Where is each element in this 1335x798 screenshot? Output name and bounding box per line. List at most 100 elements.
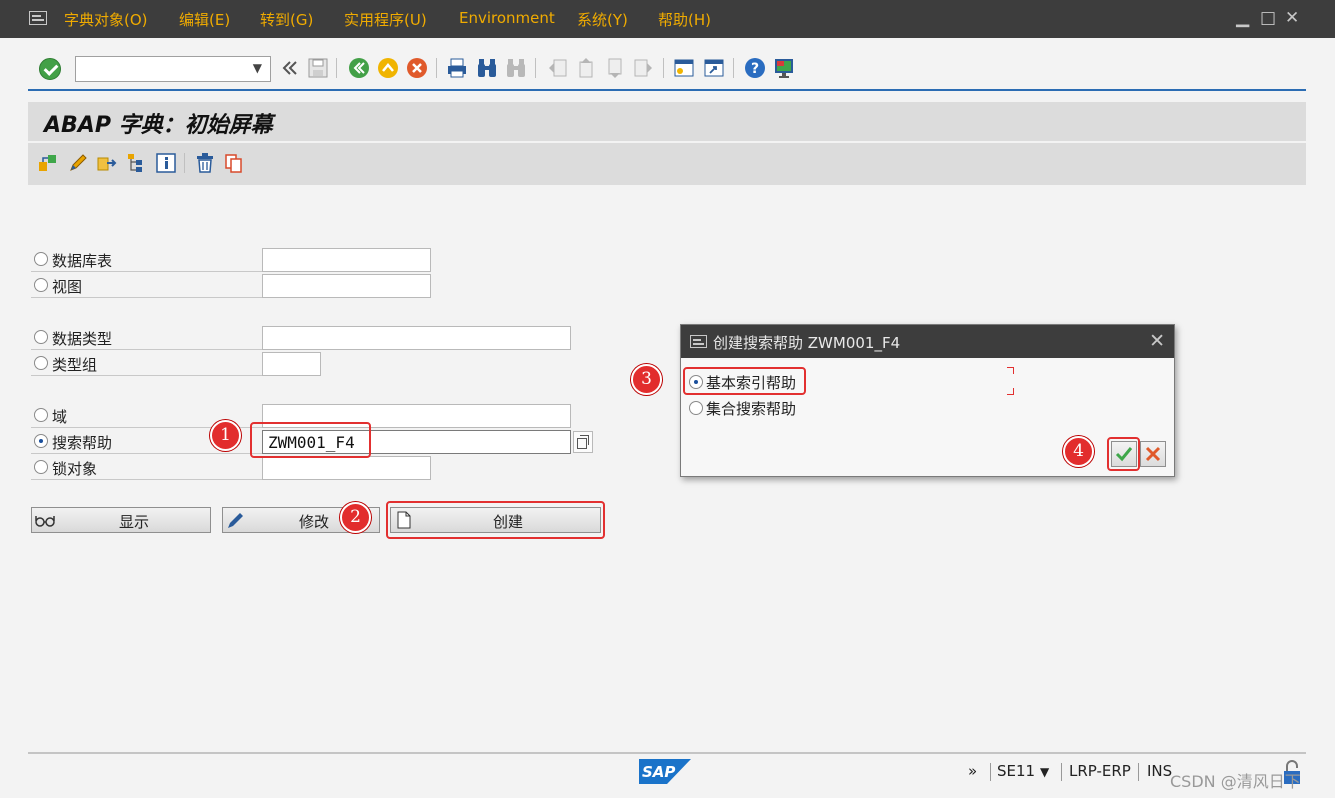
expand-status-icon[interactable]: » bbox=[968, 762, 977, 780]
database-table-input[interactable] bbox=[262, 248, 431, 272]
option-label: 类型组 bbox=[52, 356, 98, 374]
delete-icon[interactable] bbox=[194, 152, 216, 174]
other-object-icon[interactable] bbox=[37, 152, 59, 174]
menu-environment[interactable]: Environment bbox=[459, 9, 555, 27]
system-name: LRP-ERP bbox=[1069, 762, 1131, 780]
option-label: 数据库表 bbox=[52, 252, 113, 270]
copy-icon[interactable] bbox=[223, 152, 245, 174]
previous-page-icon[interactable] bbox=[575, 57, 597, 79]
where-used-icon[interactable] bbox=[126, 152, 148, 174]
radio-domain[interactable] bbox=[34, 408, 48, 422]
close-icon[interactable]: ✕ bbox=[1285, 8, 1299, 28]
find-next-icon[interactable] bbox=[505, 57, 527, 79]
radio-view[interactable] bbox=[34, 278, 48, 292]
new-session-icon[interactable] bbox=[673, 57, 695, 79]
edit-pencil-icon[interactable] bbox=[67, 152, 89, 174]
toolbar-separator bbox=[663, 58, 664, 78]
view-input[interactable] bbox=[262, 274, 431, 298]
step-badge-3: 3 bbox=[631, 364, 662, 395]
option-data-type[interactable]: 数据类型 bbox=[31, 326, 263, 350]
option-lock-object[interactable]: 锁对象 bbox=[31, 456, 263, 480]
radio-data-type[interactable] bbox=[34, 330, 48, 344]
dialog-close-icon[interactable]: ✕ bbox=[1149, 330, 1165, 352]
sap-menu-icon[interactable] bbox=[29, 11, 47, 25]
save-icon[interactable] bbox=[307, 57, 329, 79]
application-toolbar bbox=[28, 143, 1306, 185]
dialog-menu-icon[interactable] bbox=[690, 335, 707, 348]
menu-utilities[interactable]: 实用程序(U) bbox=[344, 9, 427, 30]
type-group-input[interactable] bbox=[262, 352, 321, 376]
print-icon[interactable] bbox=[446, 57, 468, 79]
svg-text:?: ? bbox=[751, 61, 759, 77]
option-label: 视图 bbox=[52, 278, 83, 296]
title-bar: ABAP 字典：初始屏幕 bbox=[28, 102, 1306, 141]
highlight-create-button bbox=[386, 501, 605, 539]
highlight-confirm-button bbox=[1107, 437, 1140, 471]
pencil-icon bbox=[228, 513, 243, 528]
toolbar-separator bbox=[336, 58, 337, 78]
menu-system[interactable]: 系统(Y) bbox=[577, 9, 628, 30]
radio-lock-object[interactable] bbox=[34, 460, 48, 474]
option-database-table[interactable]: 数据库表 bbox=[31, 248, 263, 272]
info-icon[interactable] bbox=[155, 152, 177, 174]
maximize-icon[interactable]: □ bbox=[1260, 8, 1276, 28]
lock-object-input[interactable] bbox=[262, 456, 431, 480]
change-button-label: 修改 bbox=[299, 513, 330, 531]
exit-icon[interactable] bbox=[377, 57, 399, 79]
data-type-input[interactable] bbox=[262, 326, 571, 350]
menu-goto[interactable]: 转到(G) bbox=[260, 9, 313, 30]
dialog-title-bar: 创建搜索帮助 ZWM001_F4 ✕ bbox=[681, 325, 1174, 358]
dialog-title: 创建搜索帮助 ZWM001_F4 bbox=[713, 334, 901, 352]
option-label: 集合搜索帮助 bbox=[706, 400, 797, 418]
radio-type-group[interactable] bbox=[34, 356, 48, 370]
option-label: 数据类型 bbox=[52, 330, 113, 348]
menu-dictionary-object[interactable]: 字典对象(O) bbox=[64, 9, 148, 30]
minimize-icon[interactable]: ▁ bbox=[1236, 8, 1249, 28]
toolbar-separator bbox=[436, 58, 437, 78]
help-icon[interactable]: ? bbox=[744, 57, 766, 79]
next-page-icon[interactable] bbox=[604, 57, 626, 79]
customize-layout-icon[interactable] bbox=[773, 57, 795, 79]
option-view[interactable]: 视图 bbox=[31, 274, 263, 298]
option-type-group[interactable]: 类型组 bbox=[31, 352, 263, 376]
radio-collective-search-help[interactable] bbox=[689, 401, 703, 415]
toolbar-separator bbox=[184, 153, 185, 173]
standard-toolbar: ▼ ? bbox=[28, 50, 1306, 88]
status-divider bbox=[28, 752, 1306, 754]
create-search-help-dialog: 创建搜索帮助 ZWM001_F4 ✕ 基本索引帮助 集合搜索帮助 bbox=[680, 324, 1175, 477]
highlight-search-help-input bbox=[250, 422, 371, 458]
first-page-icon[interactable] bbox=[546, 57, 568, 79]
toolbar-divider bbox=[28, 89, 1306, 91]
toolbar-separator bbox=[733, 58, 734, 78]
copy-object-icon[interactable] bbox=[96, 152, 118, 174]
dialog-option-collective[interactable]: 集合搜索帮助 bbox=[685, 397, 805, 419]
insert-mode: INS bbox=[1147, 762, 1173, 780]
highlight-elementary-option bbox=[683, 367, 806, 395]
sap-logo: SAP bbox=[639, 759, 691, 784]
radio-database-table[interactable] bbox=[34, 252, 48, 266]
option-label: 域 bbox=[52, 408, 68, 426]
display-button-label: 显示 bbox=[119, 513, 150, 531]
step-badge-1: 1 bbox=[210, 420, 241, 451]
last-page-icon[interactable] bbox=[633, 57, 655, 79]
status-separator bbox=[1061, 763, 1062, 781]
selection-corner bbox=[1007, 388, 1014, 395]
value-help-icon[interactable] bbox=[573, 431, 593, 453]
chevron-down-icon[interactable]: ▼ bbox=[253, 61, 262, 75]
cancel-icon[interactable] bbox=[406, 57, 428, 79]
menu-edit[interactable]: 编辑(E) bbox=[179, 9, 230, 30]
find-icon[interactable] bbox=[476, 57, 498, 79]
chevron-down-icon[interactable]: ▼ bbox=[1040, 765, 1049, 779]
radio-search-help[interactable] bbox=[34, 434, 48, 448]
option-label: 搜索帮助 bbox=[52, 434, 113, 452]
back-icon[interactable] bbox=[348, 57, 370, 79]
menu-help[interactable]: 帮助(H) bbox=[658, 9, 711, 30]
display-button[interactable]: 显示 bbox=[31, 507, 211, 533]
command-field[interactable]: ▼ bbox=[75, 56, 271, 82]
status-separator bbox=[990, 763, 991, 781]
enter-icon[interactable] bbox=[39, 58, 61, 80]
back-arrows-icon[interactable] bbox=[278, 57, 300, 79]
dialog-cancel-button[interactable] bbox=[1140, 441, 1166, 467]
glasses-icon bbox=[35, 516, 55, 527]
shortcut-icon[interactable] bbox=[703, 57, 725, 79]
